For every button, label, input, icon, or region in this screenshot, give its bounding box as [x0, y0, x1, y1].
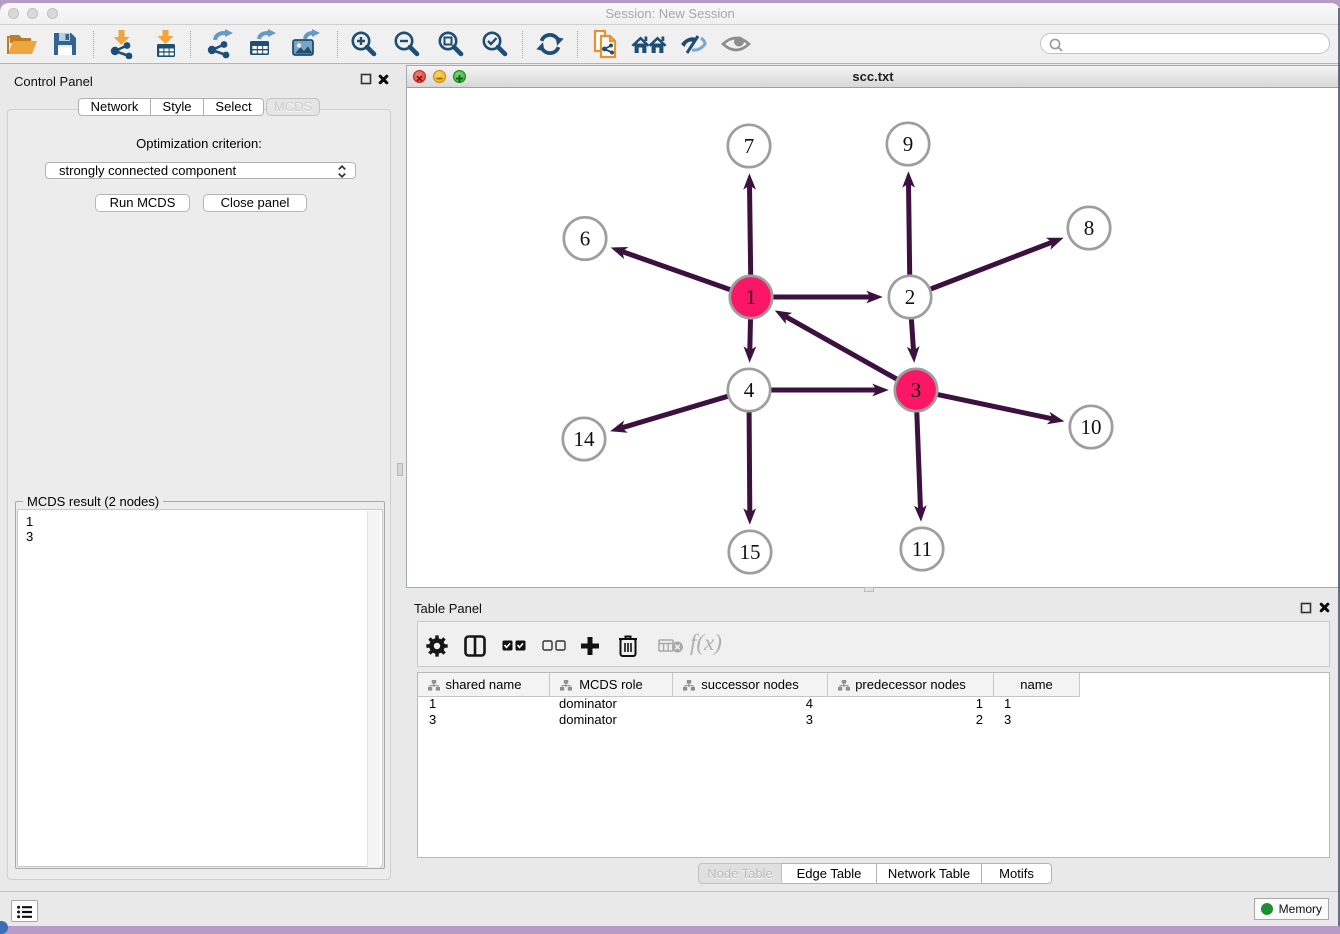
svg-text:10: 10 [1081, 415, 1102, 439]
svg-text:11: 11 [912, 537, 932, 561]
svg-text:14: 14 [574, 427, 596, 451]
svg-text:1: 1 [746, 285, 757, 309]
svg-text:7: 7 [744, 134, 755, 158]
svg-text:6: 6 [580, 227, 591, 251]
svg-text:8: 8 [1084, 216, 1095, 240]
svg-text:15: 15 [740, 540, 761, 564]
svg-text:3: 3 [911, 378, 922, 402]
svg-text:9: 9 [903, 132, 914, 156]
svg-text:4: 4 [744, 378, 755, 402]
svg-text:2: 2 [905, 285, 916, 309]
